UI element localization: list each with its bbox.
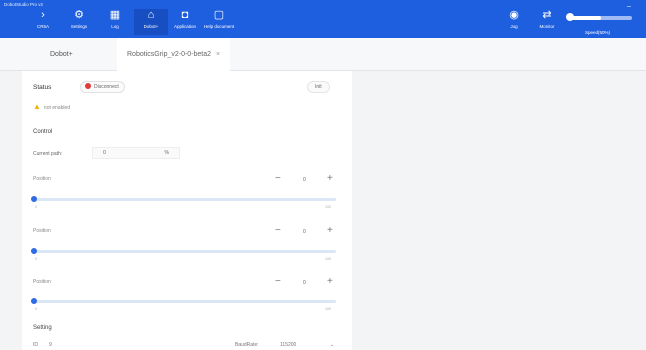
speed-label: Speed(50%) — [585, 30, 611, 35]
slider-3-value: 0 — [303, 280, 306, 286]
gear-icon: ⚙ — [74, 9, 84, 21]
baudrate-select[interactable]: 115200 — [280, 342, 296, 348]
app-title: DobotStudio Pro v2 — [4, 2, 44, 7]
slider-2-value: 0 — [303, 229, 306, 235]
slider-1-min-label: 0 — [35, 205, 37, 209]
connect-icon: › — [41, 9, 45, 21]
tab-bar: Dobot+ RoboticsGrip_v2-0-0-beta2 × — [0, 38, 646, 71]
slider-3-decrement-button[interactable]: − — [275, 277, 281, 287]
control-heading: Control — [33, 129, 53, 135]
slider-1-decrement-button[interactable]: − — [275, 174, 281, 184]
status-text: Disconnect — [94, 84, 119, 90]
warning-text: not enabled — [43, 105, 71, 111]
help-document-icon: ▢ — [213, 9, 225, 21]
top-toolbar: DobotStudio Pro v2 › CR5A ⚙ Settings ▦ L… — [0, 0, 646, 38]
minimize-icon[interactable]: – — [627, 3, 631, 10]
baudrate-label: BaudRate: — [235, 342, 259, 348]
nav-cr5a-label: CR5A — [36, 24, 49, 29]
slider-2-min-label: 0 — [35, 257, 37, 261]
empty-workspace — [352, 71, 646, 350]
home-icon: ⌂ — [147, 9, 155, 21]
nav-log-button[interactable]: ▦ Log — [98, 9, 132, 35]
tab-roboticsgrip[interactable]: RoboticsGrip_v2-0-0-beta2 × — [117, 38, 231, 71]
slider-2-decrement-button[interactable]: − — [275, 226, 281, 236]
chevron-down-icon[interactable]: ⌄ — [330, 342, 334, 348]
tab-dobot-plus[interactable]: Dobot+ — [40, 38, 83, 71]
tab-roboticsgrip-label: RoboticsGrip_v2-0-0-beta2 — [127, 51, 212, 58]
slider-1-value: 0 — [303, 177, 306, 183]
monitor-icon: ⇄ — [542, 9, 552, 21]
nav-help-label: Help document — [203, 24, 235, 29]
slider-1-increment-button[interactable]: + — [327, 174, 333, 184]
nav-jog-label: Jog — [510, 24, 518, 29]
slider-2-handle[interactable] — [31, 248, 37, 254]
id-value[interactable]: 9 — [49, 342, 52, 348]
nav-application-label: Application — [173, 24, 196, 29]
slider-1-handle[interactable] — [31, 196, 37, 202]
status-dot-icon — [85, 83, 91, 89]
slider-3-increment-button[interactable]: + — [327, 277, 333, 287]
speed-slider-track[interactable] — [570, 16, 632, 20]
slider-2-increment-button[interactable]: + — [327, 226, 333, 236]
nav-jog-button[interactable]: ◉ Jog — [497, 9, 531, 35]
nav-cr5a-button[interactable]: › CR5A — [26, 9, 60, 35]
warning-row: ▲ not enabled — [33, 102, 70, 111]
nav-log-label: Log — [111, 24, 119, 29]
warning-icon: ▲ — [33, 102, 41, 111]
nav-help-button[interactable]: ▢ Help document — [202, 9, 236, 35]
current-path-value: 0 — [103, 150, 106, 156]
nav-dobot-label: Dobot+ — [143, 24, 159, 29]
status-label: Status — [33, 84, 52, 91]
nav-settings-button[interactable]: ⚙ Settings — [62, 9, 96, 35]
nav-settings-label: Settings — [70, 24, 88, 29]
plugin-panel: Status Disconnect Init ▲ not enabled Cont… — [22, 71, 352, 350]
current-path-label: Current path: — [33, 151, 63, 157]
slider-1-max-label: 100 — [325, 205, 331, 209]
slider-2-max-label: 100 — [325, 257, 331, 261]
status-badge: Disconnect — [80, 81, 125, 93]
nav-dobot-button[interactable]: ⌂ Dobot+ — [134, 9, 168, 35]
slider-3-track[interactable] — [33, 300, 336, 303]
slider-3-max-label: 100 — [325, 307, 331, 311]
slider-1-track[interactable] — [33, 198, 336, 201]
slider-2-label: Position — [33, 228, 51, 234]
nav-application-button[interactable]: ◘ Application — [168, 9, 202, 35]
slider-3-min-label: 0 — [35, 307, 37, 311]
log-icon: ▦ — [109, 9, 121, 21]
slider-3-handle[interactable] — [31, 298, 37, 304]
tab-dobot-plus-label: Dobot+ — [50, 51, 73, 58]
current-path-unit: % — [164, 150, 169, 156]
nav-monitor-label: Monitor — [539, 24, 555, 29]
speed-slider-handle[interactable] — [566, 13, 574, 21]
current-path-field[interactable]: 0 % — [92, 147, 180, 159]
robot-icon: ◘ — [181, 9, 189, 21]
init-button[interactable]: Init — [307, 81, 330, 93]
nav-monitor-button[interactable]: ⇄ Monitor — [530, 9, 564, 35]
jog-icon: ◉ — [509, 9, 519, 21]
tab-close-icon[interactable]: × — [216, 51, 220, 58]
slider-3-label: Position — [33, 279, 51, 285]
slider-2-track[interactable] — [33, 250, 336, 253]
setting-heading: Setting — [33, 325, 52, 331]
slider-1-label: Position — [33, 176, 51, 182]
speed-slider-fill — [570, 16, 601, 20]
id-label: ID — [33, 342, 38, 348]
